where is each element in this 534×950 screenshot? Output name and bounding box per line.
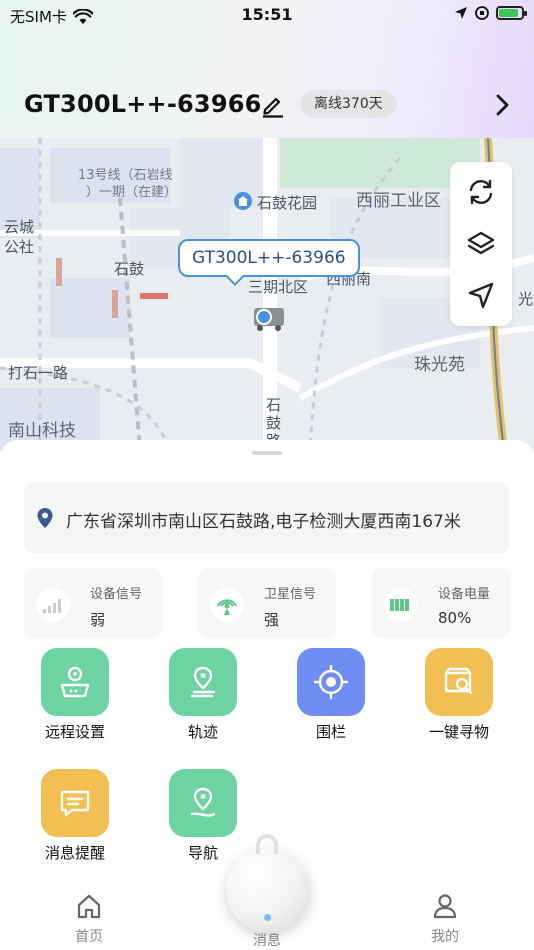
map-label-phase3: 三期北区 xyxy=(248,278,309,296)
stat-label: 设备信号 xyxy=(90,587,143,602)
stat-battery: 设备电量 80% xyxy=(372,568,510,638)
edit-icon[interactable] xyxy=(260,92,286,118)
feature-track[interactable]: 轨迹 xyxy=(148,648,258,742)
stat-value: 弱 xyxy=(90,611,106,629)
remote-settings-icon xyxy=(41,648,109,716)
stat-label: 卫星信号 xyxy=(264,587,317,602)
feature-find-item[interactable]: 一键寻物 xyxy=(404,648,514,742)
device-light xyxy=(264,914,271,921)
satellite-icon xyxy=(210,588,244,622)
map-label-zhuguangyuan: 珠光苑 xyxy=(414,355,465,375)
message-icon[interactable] xyxy=(226,834,310,932)
map-label-dashi1: 打石一路 xyxy=(8,364,69,382)
device-detail-sheet: 广东省深圳市南山区石鼓路,电子检测大厦西南167米 设备信号 弱 卫星信号 强 xyxy=(0,440,534,880)
stat-value: 80% xyxy=(438,609,472,627)
feature-label: 一键寻物 xyxy=(428,723,489,741)
map-tools-panel xyxy=(450,162,512,326)
feature-fence[interactable]: 围栏 xyxy=(276,648,386,742)
message-reminder-icon xyxy=(41,769,109,837)
map-label-industrial: 西丽工业区 xyxy=(356,191,441,211)
status-bar: 无SIM卡 15:51 xyxy=(0,0,534,30)
battery-icon xyxy=(496,6,527,20)
device-title-bar: GT300L++-63966 离线370天 xyxy=(0,80,534,130)
tab-label: 消息 xyxy=(253,933,281,949)
signal-bars-icon xyxy=(36,588,70,622)
stat-label: 设备电量 xyxy=(438,587,491,602)
map-label-guang: 光 xyxy=(518,290,534,308)
sheet-drag-handle[interactable] xyxy=(252,451,282,455)
location-pin-icon xyxy=(37,508,53,528)
map-label-park: 石鼓花园 xyxy=(257,194,318,212)
layers-icon[interactable] xyxy=(465,228,497,260)
map-label-nanshan-tech: 南山科技 xyxy=(8,421,76,441)
status-right xyxy=(454,5,527,21)
fence-icon xyxy=(297,648,365,716)
map-label-office: 公社 xyxy=(4,238,35,256)
map-label-shigu: 石鼓 xyxy=(114,260,145,278)
park-poi-icon xyxy=(234,192,252,210)
tab-profile[interactable]: 我的 xyxy=(405,892,485,946)
track-icon xyxy=(169,648,237,716)
home-icon xyxy=(77,894,101,919)
chevron-right-icon[interactable] xyxy=(492,92,514,118)
profile-icon xyxy=(433,894,457,919)
tab-label: 首页 xyxy=(75,929,103,945)
device-name: GT300L++-63966 xyxy=(24,90,262,118)
feature-label: 消息提醒 xyxy=(44,844,105,862)
address-text: 广东省深圳市南山区石鼓路,电子检测大厦西南167米 xyxy=(66,512,461,532)
battery-level-icon xyxy=(384,588,418,622)
feature-label: 轨迹 xyxy=(187,723,218,741)
feature-label: 围栏 xyxy=(315,723,346,741)
location-arrow-icon xyxy=(455,7,467,19)
address-card: 广东省深圳市南山区石鼓路,电子检测大厦西南167米 xyxy=(24,483,510,553)
feature-label: 远程设置 xyxy=(44,723,105,741)
stat-satellite-signal: 卫星信号 强 xyxy=(198,568,336,638)
map-label-cloud-city: 云城 xyxy=(4,218,35,236)
stat-value: 强 xyxy=(264,611,280,629)
feature-remote-settings[interactable]: 远程设置 xyxy=(20,648,130,742)
navigation-icon xyxy=(169,769,237,837)
find-item-icon xyxy=(425,648,493,716)
orientation-lock-icon xyxy=(475,6,489,20)
offline-badge: 离线370天 xyxy=(300,90,397,118)
device-loop xyxy=(256,834,278,854)
map-label-line13b: ）一期（在建） xyxy=(86,185,178,200)
locate-icon[interactable] xyxy=(465,280,497,312)
stat-device-signal: 设备信号 弱 xyxy=(24,568,162,638)
tab-home[interactable]: 首页 xyxy=(49,892,129,946)
feature-message-reminder[interactable]: 消息提醒 xyxy=(20,769,130,863)
refresh-icon[interactable] xyxy=(465,176,497,208)
tab-label: 我的 xyxy=(431,929,459,945)
device-marker-icon[interactable] xyxy=(246,304,286,332)
feature-navigation[interactable]: 导航 xyxy=(148,769,258,863)
device-marker-callout[interactable]: GT300L++-63966 xyxy=(178,239,360,277)
map-view[interactable]: 13号线（石岩线 ）一期（在建） 石鼓花园 西丽工业区 云城 公社 石鼓 三期北… xyxy=(0,138,534,450)
